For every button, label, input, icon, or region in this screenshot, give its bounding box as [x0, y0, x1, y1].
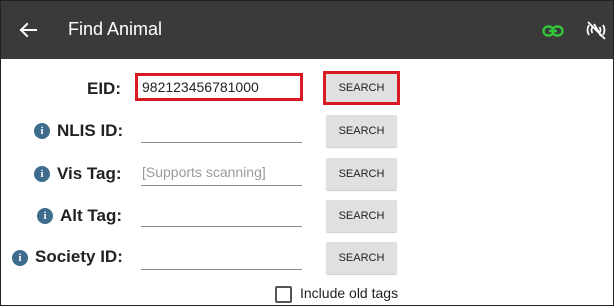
info-icon[interactable]: i: [34, 166, 50, 182]
eid-input[interactable]: [135, 73, 303, 101]
nfc-off-icon[interactable]: [585, 19, 607, 41]
society-id-search-button[interactable]: SEARCH: [326, 242, 397, 274]
include-old-tags-label[interactable]: Include old tags: [300, 285, 398, 301]
back-button[interactable]: [15, 17, 41, 43]
nlis-id-label: NLIS ID:: [57, 121, 124, 140]
vis-tag-search-button[interactable]: SEARCH: [326, 158, 397, 190]
info-icon[interactable]: i: [37, 208, 53, 224]
alt-tag-input[interactable]: [141, 200, 302, 227]
link-icon[interactable]: [542, 20, 564, 42]
info-icon[interactable]: i: [34, 123, 50, 139]
alt-tag-label: Alt Tag:: [60, 206, 123, 225]
eid-label: EID:: [87, 79, 121, 98]
include-old-tags-checkbox[interactable]: [275, 286, 292, 303]
app-bar: Find Animal: [1, 1, 613, 59]
vis-tag-input[interactable]: [141, 159, 302, 186]
society-id-input[interactable]: [141, 243, 302, 270]
society-id-label: Society ID:: [35, 247, 123, 266]
find-animal-screen: Find Animal EID: SEARCH i NLIS ID: SEARC…: [0, 0, 614, 306]
alt-tag-search-button[interactable]: SEARCH: [326, 200, 397, 232]
nlis-id-search-button[interactable]: SEARCH: [326, 115, 397, 147]
eid-search-button[interactable]: SEARCH: [323, 71, 400, 105]
page-title: Find Animal: [68, 19, 163, 39]
info-icon[interactable]: i: [12, 250, 28, 266]
nlis-id-input[interactable]: [141, 116, 302, 143]
vis-tag-label: Vis Tag:: [57, 164, 122, 183]
arrow-left-icon: [19, 22, 37, 38]
